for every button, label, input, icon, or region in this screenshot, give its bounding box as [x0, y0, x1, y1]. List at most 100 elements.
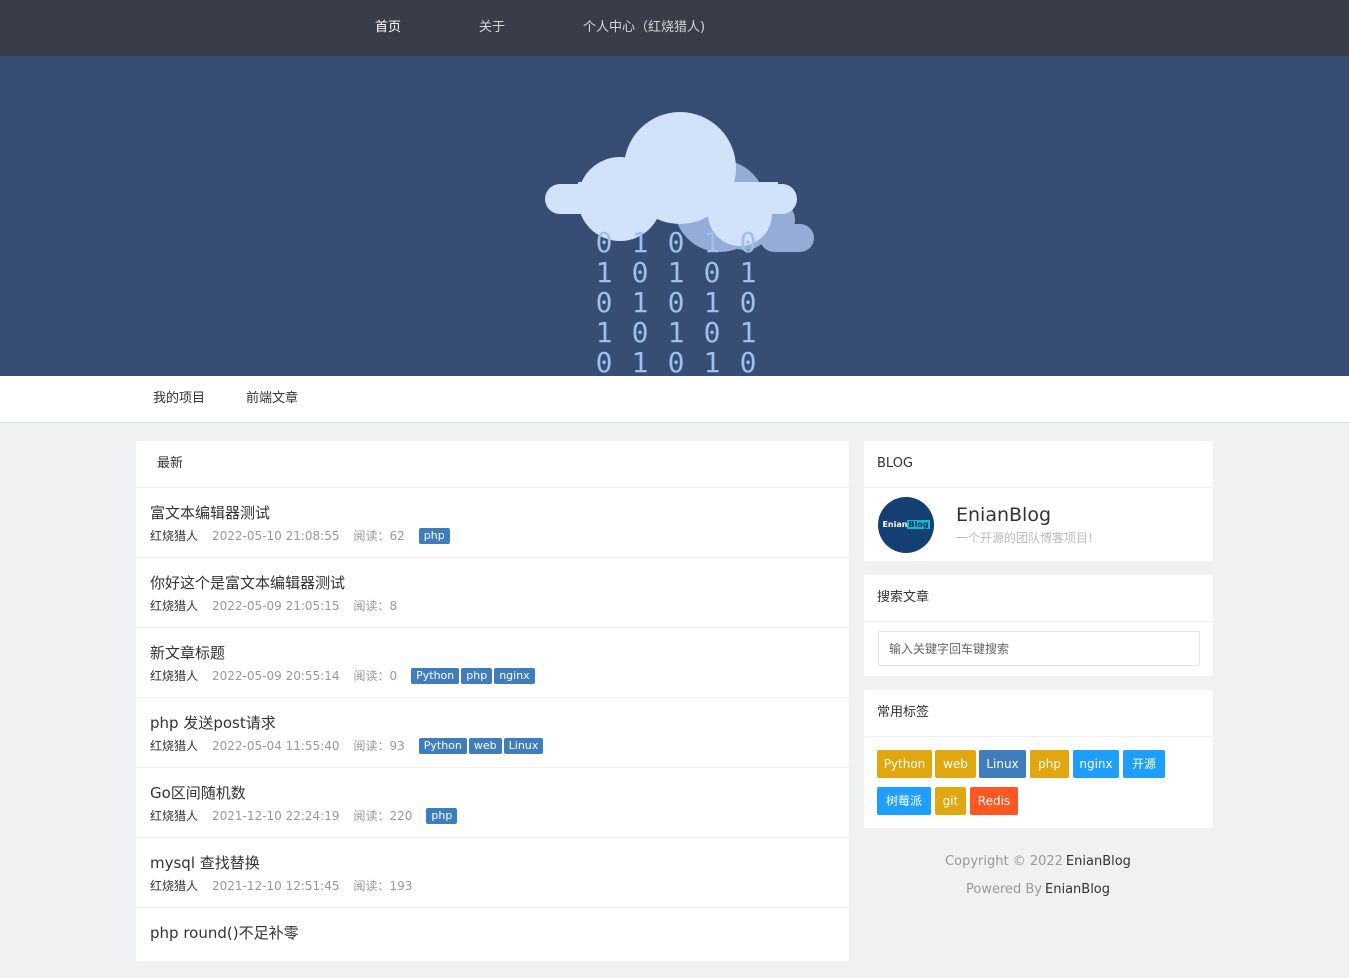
common-tag[interactable]: Linux — [979, 750, 1026, 778]
blog-logo-avatar: EnianBlog — [878, 497, 934, 553]
common-tags-panel: 常用标签 Python web Linux php nginx 开源树莓派 git Redis — [864, 690, 1213, 828]
article-item: 新文章标题 红烧猎人 2022-05-09 20:55:14 阅读：0 Python ph… — [136, 628, 849, 698]
binary-digit: 0 — [740, 346, 757, 376]
logo-text-enian: Enian — [882, 520, 908, 529]
powered-by-text: Powered By — [965, 882, 1042, 897]
nav-user-center[interactable]: 个人中心（红烧猎人) — [583, 0, 705, 56]
article-tags: php — [418, 528, 452, 545]
binary-digit: 1 — [668, 316, 685, 349]
binary-digit: 1 — [704, 226, 721, 259]
article-read-count: 阅读：193 — [353, 879, 413, 893]
article-tag[interactable]: Python — [411, 668, 460, 684]
category-my-projects[interactable]: 我的项目 — [153, 376, 205, 422]
binary-digit: 0 — [668, 226, 685, 259]
article-tag[interactable]: php — [426, 808, 458, 824]
binary-digit: 0 — [704, 256, 721, 289]
latest-articles-panel: 最新 富文本编辑器测试 红烧猎人 2022-05-10 21:08:55 阅读：62 p… — [136, 441, 849, 978]
article-item: php 发送post请求 红烧猎人 2022-05-04 11:55:40 阅读：93… — [136, 698, 849, 768]
binary-digit: 0 — [668, 286, 685, 319]
copyright-text: Copyright © 2022 — [945, 854, 1063, 869]
article-date: 2022-05-09 20:55:14 — [212, 669, 340, 683]
article-title-link[interactable]: mysql 查找替换 — [150, 852, 260, 873]
article-tag[interactable]: nginx — [494, 668, 535, 684]
common-tag[interactable]: 开源 — [1123, 750, 1165, 778]
common-tag[interactable]: 树莓派 — [877, 787, 931, 815]
copyright-site-name: EnianBlog — [1065, 854, 1131, 869]
blog-info-panel: BLOG EnianBlog EnianBlog 一个开源的团队博客项目! — [864, 441, 1213, 561]
article-title-link[interactable]: Go区间随机数 — [150, 782, 246, 803]
binary-digit: 0 — [632, 316, 649, 349]
article-tags: Python web Linux — [418, 738, 546, 755]
binary-digit: 0 — [632, 256, 649, 289]
binary-digit: 1 — [740, 316, 757, 349]
article-author: 红烧猎人 — [150, 739, 199, 753]
nav-home[interactable]: 首页 — [375, 0, 401, 56]
binary-digit: 1 — [704, 286, 721, 319]
article-tag[interactable]: php — [461, 668, 493, 684]
article-read-count: 阅读：62 — [353, 529, 405, 543]
logo-text-blog: Blog — [907, 520, 930, 529]
article-read-count: 阅读：220 — [353, 809, 413, 823]
article-tag[interactable]: web — [468, 738, 502, 754]
article-read-count: 阅读：8 — [353, 599, 398, 613]
powered-by-site-name: EnianBlog — [1045, 882, 1111, 897]
binary-digit: 1 — [596, 316, 613, 349]
article-title-link[interactable]: 新文章标题 — [150, 642, 225, 663]
binary-digit: 0 — [740, 286, 757, 319]
binary-digit: 1 — [740, 256, 757, 289]
article-meta: 红烧猎人 2021-12-10 12:51:45 阅读：193 — [150, 878, 412, 895]
binary-digit: 1 — [632, 226, 649, 259]
article-author: 红烧猎人 — [150, 529, 199, 543]
footer-copyright: Copyright © 2022 EnianBlog — [863, 854, 1213, 869]
binary-digit: 0 — [596, 286, 613, 319]
category-frontend-articles[interactable]: 前端文章 — [246, 376, 298, 422]
article-title-link[interactable]: 你好这个是富文本编辑器测试 — [150, 572, 345, 593]
article-title-link[interactable]: 富文本编辑器测试 — [150, 502, 270, 523]
article-meta: 红烧猎人 2022-05-10 21:08:55 阅读：62 php — [150, 528, 452, 545]
article-author: 红烧猎人 — [150, 879, 199, 893]
article-meta: 红烧猎人 2022-05-04 11:55:40 阅读：93 Python web Lin… — [150, 738, 545, 755]
blog-description: 一个开源的团队博客项目! — [956, 531, 1093, 545]
binary-digit: 0 — [668, 346, 685, 376]
binary-digit: 0 — [596, 226, 613, 259]
binary-digit: 1 — [668, 256, 685, 289]
article-tags: Python php nginx — [411, 668, 537, 685]
common-tag[interactable]: git — [935, 787, 966, 815]
binary-digit: 0 — [740, 226, 757, 259]
article-item: Go区间随机数红烧猎人 2021-12-10 22:24:19 阅读：220 php — [136, 768, 849, 838]
common-tag[interactable]: Python — [877, 750, 932, 778]
common-tag[interactable]: nginx — [1073, 750, 1119, 778]
binary-digit: 0 — [596, 346, 613, 376]
blog-heading: BLOG — [864, 441, 1213, 488]
common-tag[interactable]: web — [935, 750, 976, 778]
binary-digit: 1 — [632, 346, 649, 376]
common-tag[interactable]: Redis — [970, 787, 1018, 815]
article-tag[interactable]: Linux — [503, 738, 544, 754]
search-input[interactable] — [878, 631, 1200, 666]
article-read-count: 阅读：93 — [353, 739, 405, 753]
article-author: 红烧猎人 — [150, 809, 199, 823]
top-navbar: 首页 关于 个人中心（红烧猎人) — [0, 0, 1349, 56]
cloud-illustration: 0 1 0 1 01 0 1 0 10 1 0 1 01 0 1 0 10 1 0 1 0 — [545, 112, 814, 376]
article-item: php round()不足补零 — [136, 908, 849, 978]
search-heading: 搜索文章 — [864, 575, 1213, 622]
footer-powered-by: Powered By EnianBlog — [863, 882, 1213, 897]
binary-digit: 0 — [704, 316, 721, 349]
article-meta: 红烧猎人 2021-12-10 22:24:19 阅读：220 php — [150, 808, 459, 825]
article-date: 2021-12-10 22:24:19 — [212, 809, 340, 823]
article-item: mysql 查找替换红烧猎人 2021-12-10 12:51:45 阅读：193 — [136, 838, 849, 908]
search-panel: 搜索文章 — [864, 575, 1213, 676]
category-navbar: 我的项目 前端文章 — [0, 376, 1349, 423]
nav-about[interactable]: 关于 — [479, 0, 505, 56]
common-tags-heading: 常用标签 — [864, 690, 1213, 737]
article-tag[interactable]: php — [418, 528, 450, 544]
article-read-count: 阅读：0 — [353, 669, 398, 683]
common-tag[interactable]: php — [1030, 750, 1069, 778]
article-tag[interactable]: Python — [418, 738, 467, 754]
article-date: 2021-12-10 12:51:45 — [212, 879, 340, 893]
article-meta: 红烧猎人 2022-05-09 21:05:15 阅读：8 — [150, 598, 397, 615]
article-item: 你好这个是富文本编辑器测试红烧猎人 2022-05-09 21:05:15 阅读：8 — [136, 558, 849, 628]
article-title-link[interactable]: php round()不足补零 — [150, 922, 299, 943]
article-title-link[interactable]: php 发送post请求 — [150, 712, 276, 733]
article-date: 2022-05-10 21:08:55 — [212, 529, 340, 543]
